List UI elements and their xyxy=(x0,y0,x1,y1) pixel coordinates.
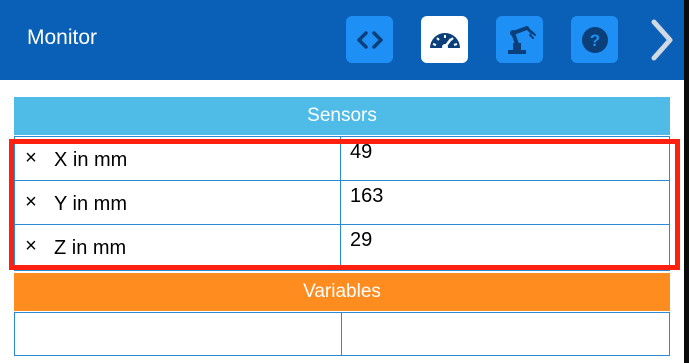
top-bar: Monitor ? xyxy=(0,0,684,80)
app-title: Monitor xyxy=(27,26,98,49)
monitor-button[interactable] xyxy=(421,16,468,63)
robot-button[interactable] xyxy=(496,16,543,63)
remove-sensor-icon[interactable]: × xyxy=(21,181,41,224)
table-row: × Z in mm 29 xyxy=(15,225,669,269)
variables-header[interactable]: Variables xyxy=(14,273,670,311)
next-button[interactable] xyxy=(642,14,682,66)
gauge-icon xyxy=(429,32,460,50)
svg-text:?: ? xyxy=(589,31,599,50)
sensor-label: Z in mm xyxy=(54,237,127,259)
help-icon: ? xyxy=(581,26,608,53)
sensors-header[interactable]: Sensors xyxy=(14,97,670,135)
remove-sensor-icon[interactable]: × xyxy=(21,225,41,268)
sensor-label: Y in mm xyxy=(54,193,127,215)
help-button[interactable]: ? xyxy=(571,16,618,63)
variables-table xyxy=(14,312,670,356)
window-edge xyxy=(684,0,689,363)
sensors-table: × X in mm 49 × Y in mm 163 × Z in mm 29 xyxy=(14,136,670,271)
robot-arm-icon xyxy=(507,25,536,54)
sensor-value: 163 xyxy=(350,185,384,207)
sensor-value: 49 xyxy=(350,141,373,163)
chevron-right-icon xyxy=(651,19,673,61)
sensor-value: 29 xyxy=(350,229,373,251)
remove-sensor-icon[interactable]: × xyxy=(21,137,41,180)
sensor-label: X in mm xyxy=(54,149,128,171)
column-divider xyxy=(341,313,342,355)
code-icon xyxy=(356,30,383,49)
code-view-button[interactable] xyxy=(346,16,393,63)
